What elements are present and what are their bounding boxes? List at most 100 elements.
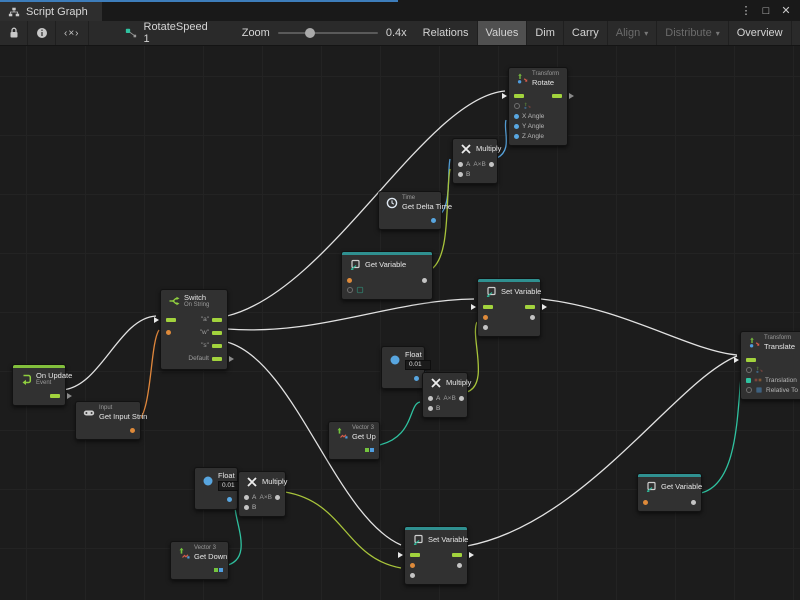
value-port[interactable]: [459, 396, 464, 401]
node-get-input-string[interactable]: InputGet Input Strin: [75, 401, 141, 440]
value-port[interactable]: [746, 367, 752, 373]
node-value-input[interactable]: 0.01: [405, 360, 431, 370]
info-button[interactable]: [28, 21, 56, 45]
flow-port[interactable]: [552, 94, 562, 98]
port-label: A: [466, 161, 470, 168]
node-translate[interactable]: TransformTranslateTranslationRelative To: [740, 331, 800, 400]
wire-flow-setvariable-to-translate[interactable]: [541, 299, 737, 355]
value-port[interactable]: [746, 378, 751, 383]
node-float-bot[interactable]: Float0.01: [194, 467, 238, 510]
node-set-variable-bot[interactable]: Set Variable: [404, 526, 468, 585]
wire-flow-update-to-switch[interactable]: [60, 316, 156, 390]
flow-port[interactable]: [212, 344, 222, 348]
value-port[interactable]: [643, 500, 648, 505]
value-port[interactable]: [166, 330, 171, 335]
toolbar-button-distribute[interactable]: Distribute▾: [657, 21, 728, 45]
flow-port[interactable]: [212, 357, 222, 361]
node-vector3-get-down[interactable]: Vector 3Get Down: [170, 541, 229, 580]
node-multiply-mid[interactable]: MultiplyAA×BB: [422, 372, 468, 418]
node-float-mid[interactable]: Float0.01: [381, 346, 425, 389]
value-port[interactable]: [244, 505, 249, 510]
value-port[interactable]: [428, 396, 433, 401]
tab-script-graph[interactable]: Script Graph: [0, 2, 102, 21]
wire-vector-getvariable-bot-to-translate[interactable]: [701, 377, 741, 493]
value-port[interactable]: [530, 315, 535, 320]
lock-button[interactable]: [0, 21, 28, 45]
flow-arrow-out: [542, 304, 547, 310]
value-port[interactable]: [458, 172, 463, 177]
value-port[interactable]: [410, 573, 415, 578]
graph-picker[interactable]: RotateSpeed 1: [115, 21, 218, 45]
node-header: TimeGet Delta Time: [379, 192, 441, 213]
node-multiply-bot[interactable]: MultiplyAA×BB: [238, 471, 286, 517]
wire-flow-setvariable-bot-to-translate[interactable]: [467, 356, 737, 546]
wire-object-multiply-bot-to-setvariable-bot[interactable]: [285, 492, 401, 568]
value-port[interactable]: [746, 387, 752, 393]
node-on-update[interactable]: On UpdateEvent: [12, 364, 66, 406]
toolbar-button-dim[interactable]: Dim: [527, 21, 564, 45]
flow-port[interactable]: [525, 305, 535, 309]
toolbar-button-overview[interactable]: Overview: [729, 21, 792, 45]
node-port-row: Relative To: [741, 385, 800, 395]
vector-output-port[interactable]: [214, 568, 223, 572]
flow-port[interactable]: [166, 318, 176, 322]
value-port[interactable]: [347, 287, 353, 293]
zoom-slider[interactable]: [278, 32, 378, 34]
zoom-slider-handle[interactable]: [305, 28, 315, 38]
graph-canvas[interactable]: TransformRotateX AngleY AngleZ AngleMult…: [0, 46, 800, 600]
value-port[interactable]: [489, 162, 494, 167]
flow-port[interactable]: [212, 318, 222, 322]
value-port[interactable]: [514, 124, 519, 129]
menu-icon[interactable]: ⋮: [738, 4, 754, 17]
node-rotate[interactable]: TransformRotateX AngleY AngleZ Angle: [508, 67, 568, 146]
flow-port[interactable]: [452, 553, 462, 557]
value-port[interactable]: [275, 495, 280, 500]
value-port[interactable]: [458, 162, 463, 167]
toolbar-button-align[interactable]: Align▾: [608, 21, 657, 45]
node-get-variable-top[interactable]: Get Variable: [341, 251, 433, 300]
code-view-button[interactable]: ‹×›: [56, 21, 89, 45]
mini-vec-icon: [754, 376, 762, 384]
value-port[interactable]: [130, 428, 135, 433]
flow-port[interactable]: [514, 94, 524, 98]
toolbar-button-relations[interactable]: Relations: [415, 21, 478, 45]
node-vector3-get-up[interactable]: Vector 3Get Up: [328, 421, 380, 460]
flow-port[interactable]: [746, 358, 756, 362]
value-port[interactable]: [428, 406, 433, 411]
value-port[interactable]: [514, 114, 519, 119]
value-port[interactable]: [431, 218, 436, 223]
value-port[interactable]: [227, 497, 232, 502]
close-icon[interactable]: ✕: [778, 4, 794, 17]
toolbar-button-full-scre[interactable]: Full Scre: [792, 21, 800, 45]
node-port-row: [405, 550, 467, 560]
toolbar-button-carry[interactable]: Carry: [564, 21, 608, 45]
value-port[interactable]: [414, 376, 419, 381]
node-get-variable-bot[interactable]: Get Variable: [637, 473, 702, 512]
value-port[interactable]: [347, 278, 352, 283]
value-port[interactable]: [514, 134, 519, 139]
node-set-variable-mid[interactable]: Set Variable: [477, 278, 541, 337]
value-port[interactable]: [244, 495, 249, 500]
value-port[interactable]: [514, 103, 520, 109]
node-header: Get Variable: [638, 477, 701, 495]
node-switch-on-string[interactable]: SwitchOn String"a""w""s"Default: [160, 289, 228, 370]
node-header: Set Variable: [478, 282, 540, 300]
node-multiply-top[interactable]: MultiplyAA×BB: [452, 138, 498, 184]
node-get-delta-time[interactable]: TimeGet Delta Time: [378, 191, 442, 230]
node-port-row: AA×B: [453, 159, 497, 169]
value-port[interactable]: [691, 500, 696, 505]
value-port[interactable]: [410, 563, 415, 568]
value-port[interactable]: [483, 315, 488, 320]
flow-port[interactable]: [410, 553, 420, 557]
wire-flow-switch-w-to-setvariable[interactable]: [227, 299, 474, 330]
flow-port[interactable]: [50, 394, 60, 398]
value-port[interactable]: [422, 278, 427, 283]
wire-vector-getup-to-multiply-mid[interactable]: [374, 402, 420, 446]
flow-port[interactable]: [212, 331, 222, 335]
maximize-icon[interactable]: □: [758, 5, 774, 17]
value-port[interactable]: [483, 325, 488, 330]
flow-port[interactable]: [483, 305, 493, 309]
value-port[interactable]: [457, 563, 462, 568]
vector-output-port[interactable]: [365, 448, 374, 452]
toolbar-button-values[interactable]: Values: [478, 21, 528, 45]
